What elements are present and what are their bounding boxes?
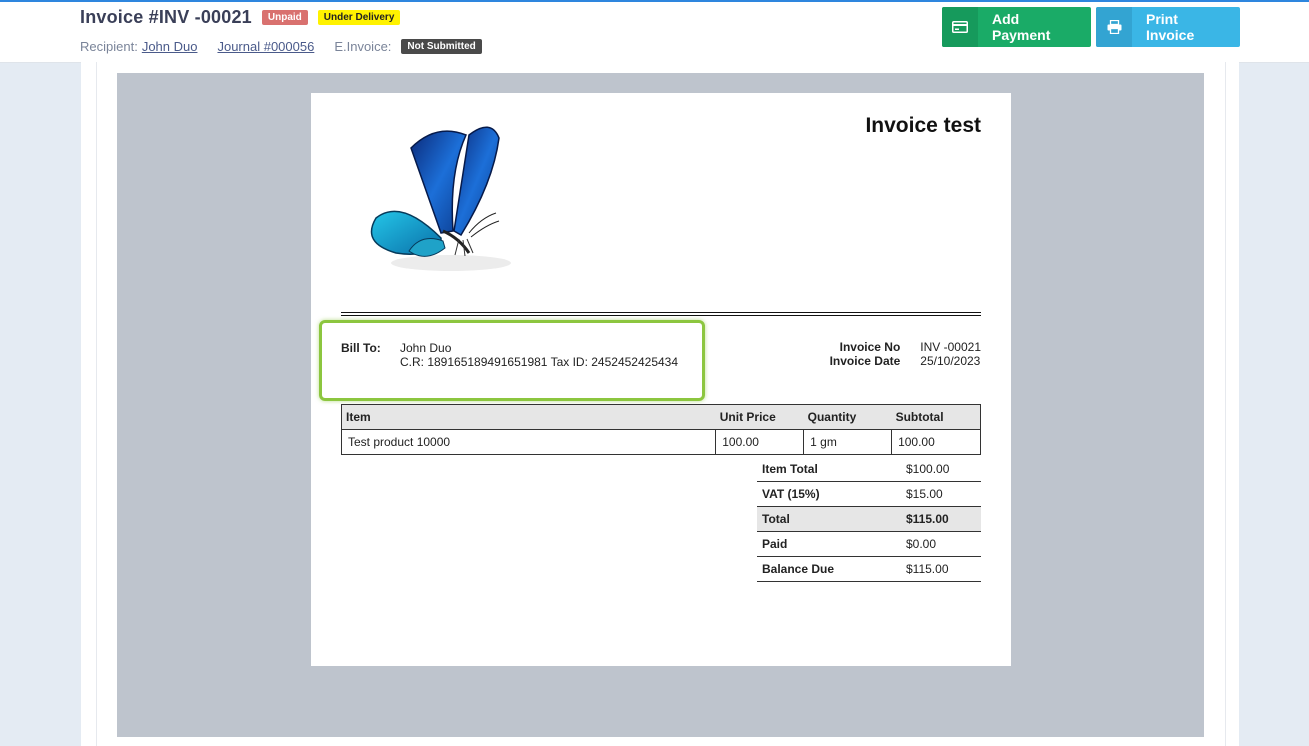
delivery-status-badge: Under Delivery xyxy=(317,10,401,25)
title-row: Invoice #INV -00021 Unpaid Under Deliver… xyxy=(80,7,401,28)
bill-to-name: John Duo xyxy=(400,341,452,355)
recipient-label: Recipient: xyxy=(80,39,138,54)
balance-due-value: $115.00 xyxy=(901,556,981,582)
vat-label: VAT (15%) xyxy=(757,481,901,507)
total-value: $115.00 xyxy=(901,506,981,532)
invoice-info: Invoice No INV -00021 Invoice Date 25/10… xyxy=(830,341,981,369)
invoice-sheet: Invoice test Bill To: John Duo C.R: 1891… xyxy=(311,93,1011,666)
paid-value: $0.00 xyxy=(901,531,981,557)
item-quantity: 1 gm xyxy=(803,429,892,455)
credit-card-icon xyxy=(942,7,978,47)
einvoice-label: E.Invoice: xyxy=(334,39,392,54)
totals-row: Item Total $100.00 xyxy=(757,457,981,482)
butterfly-logo xyxy=(341,113,541,281)
column-header-unit-price: Unit Price xyxy=(715,404,804,430)
page-title: Invoice #INV -00021 xyxy=(80,7,252,27)
invoice-date-label: Invoice Date xyxy=(829,354,901,368)
invoice-date-value: 25/10/2023 xyxy=(920,354,981,368)
item-total-value: $100.00 xyxy=(901,457,981,482)
bill-to-label: Bill To: xyxy=(341,341,381,355)
totals-row: Total $115.00 xyxy=(757,506,981,532)
journal-link[interactable]: Journal #000056 xyxy=(217,39,314,54)
item-total-label: Item Total xyxy=(757,457,901,482)
add-payment-button[interactable]: Add Payment xyxy=(942,7,1091,47)
recipient-link[interactable]: John Duo xyxy=(142,39,198,54)
paid-label: Paid xyxy=(757,531,901,557)
meta-row: Recipient: John Duo Journal #000056 E.In… xyxy=(80,39,482,54)
invoice-no-value: INV -00021 xyxy=(920,340,981,354)
totals-row: Paid $0.00 xyxy=(757,531,981,557)
add-payment-label: Add Payment xyxy=(992,11,1051,43)
column-header-item: Item xyxy=(340,404,716,430)
invoice-heading: Invoice test xyxy=(865,114,981,137)
invoice-no-label: Invoice No xyxy=(839,340,901,354)
item-subtotal: 100.00 xyxy=(891,429,981,455)
item-name: Test product 10000 xyxy=(340,429,716,455)
table-row: Test product 10000 100.00 1 gm 100.00 xyxy=(340,429,981,455)
item-unit-price: 100.00 xyxy=(715,429,804,455)
bill-to-ids: C.R: 189165189491651981 Tax ID: 24524524… xyxy=(400,355,679,369)
print-invoice-button[interactable]: Print Invoice xyxy=(1096,7,1240,47)
divider-line xyxy=(341,312,981,313)
unpaid-badge: Unpaid xyxy=(261,10,308,25)
print-invoice-label: Print Invoice xyxy=(1146,11,1195,43)
vat-value: $15.00 xyxy=(901,481,981,507)
total-label: Total xyxy=(757,506,901,532)
totals-table: Item Total $100.00 VAT (15%) $15.00 Tota… xyxy=(757,457,981,582)
invoice-header: Invoice #INV -00021 Unpaid Under Deliver… xyxy=(0,2,1309,63)
column-header-subtotal: Subtotal xyxy=(891,404,981,430)
items-table: Item Unit Price Quantity Subtotal Test p… xyxy=(340,404,981,455)
einvoice-status-badge: Not Submitted xyxy=(401,39,482,54)
printer-icon xyxy=(1096,7,1132,47)
divider-line xyxy=(341,315,981,316)
totals-row: Balance Due $115.00 xyxy=(757,556,981,582)
column-header-quantity: Quantity xyxy=(803,404,892,430)
totals-row: VAT (15%) $15.00 xyxy=(757,481,981,507)
balance-due-label: Balance Due xyxy=(757,556,901,582)
